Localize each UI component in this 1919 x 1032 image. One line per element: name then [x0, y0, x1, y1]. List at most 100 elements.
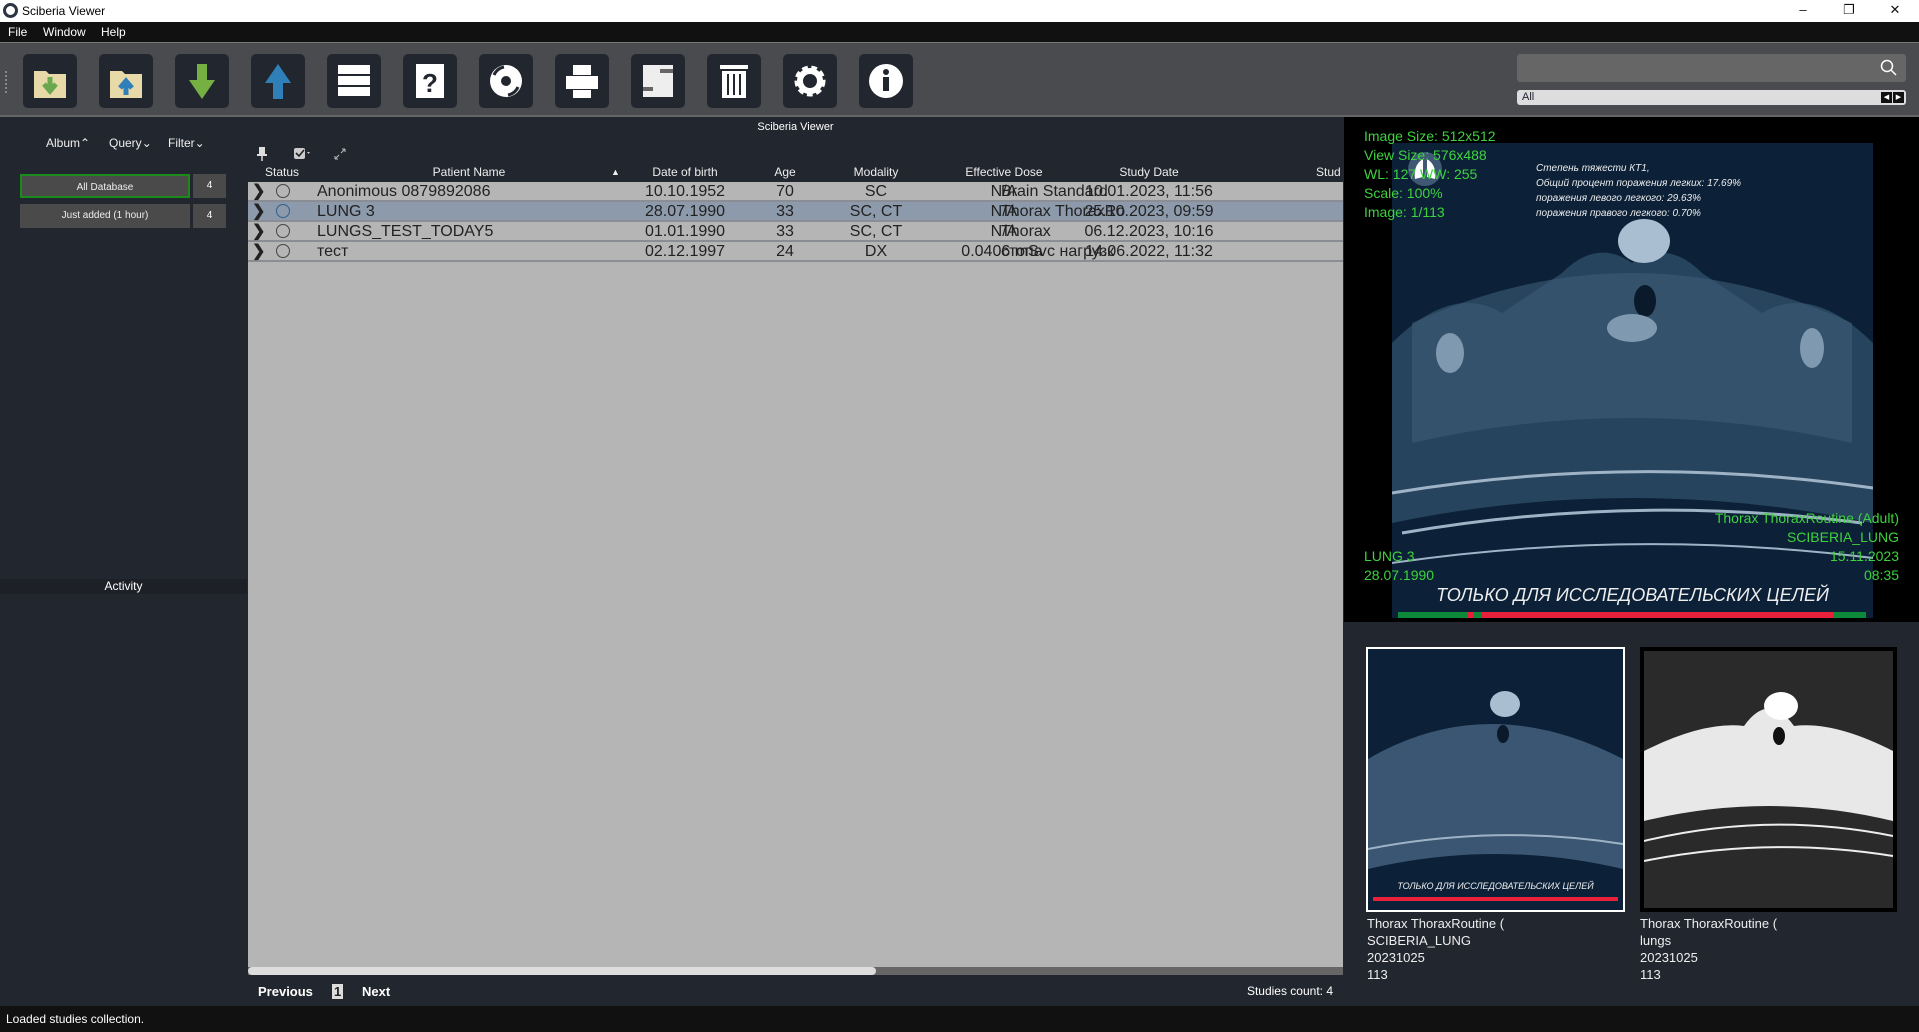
expand-icon[interactable] — [334, 148, 346, 160]
query-button[interactable]: ? — [403, 54, 457, 108]
cell-date-of-birth: 01.01.1990 — [644, 223, 726, 240]
table-row[interactable]: ❯ Anonimous 0879892086 10.10.1952 70 SC N/A 10… — [248, 182, 1343, 202]
menu-file[interactable]: File — [8, 25, 27, 39]
table-row[interactable]: ❯ LUNGS_TEST_TODAY5 01.01.1990 33 SC, CT N/A 0… — [248, 222, 1343, 242]
col-study-description[interactable]: Stud — [1316, 165, 1341, 179]
horizontal-scrollbar[interactable] — [248, 967, 1343, 975]
title-bar: Sciberia Viewer – ❐ ✕ — [0, 0, 1919, 22]
album-count: 4 — [193, 174, 226, 198]
print-icon — [566, 65, 598, 98]
restore-button[interactable]: ❐ — [1834, 2, 1864, 18]
query-menu[interactable]: Query⌄ — [109, 136, 152, 150]
scope-next-icon[interactable]: ▶ — [1893, 92, 1904, 103]
panel-title: Sciberia Viewer — [757, 121, 834, 133]
next-button[interactable]: Next — [362, 984, 390, 999]
table-row[interactable]: ❯ тест 02.12.1997 24 DX 0.0406 mSv 14.06.2022,… — [248, 242, 1343, 262]
anonymize-icon — [643, 65, 673, 97]
menu-window[interactable]: Window — [43, 25, 86, 39]
thumbnail-1-caption: Thorax ThoraxRoutine ( SCIBERIA_LUNG 202… — [1367, 915, 1504, 983]
expand-row-chevron-icon[interactable]: ❯ — [252, 222, 265, 241]
thumb-count: 113 — [1640, 967, 1661, 982]
cell-patient-name: LUNG 3 — [317, 203, 375, 220]
pin-icon[interactable] — [256, 146, 268, 162]
filter-menu[interactable]: Filter⌄ — [168, 136, 205, 150]
filter-label: Filter — [168, 136, 195, 150]
col-patient-name[interactable]: Patient Name — [433, 165, 506, 179]
thumbnail-2-caption: Thorax ThoraxRoutine ( lungs 20231025 11… — [1640, 915, 1777, 983]
overlay-time: 08:35 — [1863, 567, 1899, 583]
thumbnail-2[interactable] — [1640, 647, 1897, 912]
download-button[interactable] — [175, 54, 229, 108]
col-modality[interactable]: Modality — [854, 165, 899, 179]
page-number[interactable]: 1 — [332, 984, 344, 999]
overlay-patient: LUNG 3 — [1364, 548, 1415, 564]
thumbnail-1[interactable]: ТОЛЬКО ДЛЯ ИССЛЕДОВАТЕЛЬСКИХ ЦЕЛЕЙ — [1366, 647, 1625, 912]
upload-button[interactable] — [251, 54, 305, 108]
search-input[interactable] — [1517, 54, 1906, 82]
thumb-name: lungs — [1640, 933, 1672, 948]
status-text: Loaded studies collection. — [6, 1012, 145, 1026]
minimize-button[interactable]: – — [1788, 2, 1818, 17]
toolbar: ? All ◀ ▶ — [0, 42, 1919, 117]
cell-study-date: 06.12.2023, 10:16 — [1084, 223, 1214, 240]
cell-modality: SC, CT — [849, 223, 903, 240]
pager: Previous 1 Next Studies count: 4 — [248, 977, 1343, 1005]
settings-icon — [794, 65, 826, 97]
col-effective-dose[interactable]: Effective Dose — [965, 165, 1042, 179]
menu-help[interactable]: Help — [101, 25, 126, 39]
activity-header: Activity — [0, 579, 247, 594]
toolbar-grip[interactable] — [5, 71, 9, 93]
cell-study-description: Thorax ThoraxRo — [1001, 203, 1126, 220]
cell-date-of-birth: 10.10.1952 — [644, 183, 726, 200]
expand-row-chevron-icon[interactable]: ❯ — [252, 242, 265, 261]
download-icon — [189, 64, 215, 99]
query-label: Query — [109, 136, 142, 150]
settings-button[interactable] — [783, 54, 837, 108]
thumb-name: SCIBERIA_LUNG — [1367, 933, 1472, 948]
status-circle-icon — [276, 204, 290, 218]
scope-prev-icon[interactable]: ◀ — [1881, 92, 1892, 103]
burn-disc-button[interactable] — [479, 54, 533, 108]
pacs-servers-icon — [338, 65, 370, 96]
cell-patient-name: тест — [317, 243, 349, 260]
thumbnail-ct-image — [1368, 691, 1623, 901]
studies-count: Studies count: 4 — [1246, 984, 1333, 998]
thumbnail-watermark: ТОЛЬКО ДЛЯ ИССЛЕДОВАТЕЛЬСКИХ ЦЕЛЕЙ — [1397, 881, 1594, 891]
col-date-of-birth[interactable]: Date of birth — [652, 165, 717, 179]
expand-row-chevron-icon[interactable]: ❯ — [252, 202, 265, 221]
export-folder-button[interactable] — [99, 54, 153, 108]
delete-button[interactable] — [707, 54, 761, 108]
pacs-servers-button[interactable] — [327, 54, 381, 108]
close-button[interactable]: ✕ — [1880, 2, 1910, 18]
scope-selector[interactable]: All ◀ ▶ — [1517, 90, 1906, 105]
album-count: 4 — [193, 204, 226, 228]
thumb-series: Thorax ThoraxRoutine ( — [1640, 916, 1778, 931]
overlay-dob: 28.07.1990 — [1364, 567, 1435, 583]
select-all-icon[interactable] — [293, 147, 313, 161]
cell-date-of-birth: 28.07.1990 — [644, 203, 726, 220]
col-study-date[interactable]: Study Date — [1119, 165, 1178, 179]
info-button[interactable] — [859, 54, 913, 108]
image-viewer[interactable]: Image Size: 512x512 View Size: 576x488 W… — [1344, 117, 1919, 622]
cell-age: 33 — [776, 223, 794, 240]
thumb-date: 20231025 — [1367, 950, 1425, 965]
import-folder-button[interactable] — [23, 54, 77, 108]
upload-icon — [265, 64, 291, 99]
cell-study-description: Thorax — [1001, 223, 1051, 240]
album-just-added[interactable]: Just added (1 hour) — [20, 204, 190, 228]
scrollbar-thumb[interactable] — [248, 967, 876, 975]
cell-age: 24 — [776, 243, 794, 260]
album-all-database[interactable]: All Database — [20, 174, 190, 198]
status-bar: Loaded studies collection. — [0, 1006, 1919, 1032]
expand-row-chevron-icon[interactable]: ❯ — [252, 182, 265, 201]
report-line: поражения правого легкого: 0.70% — [1536, 208, 1701, 219]
print-button[interactable] — [555, 54, 609, 108]
series-thumbnails: ТОЛЬКО ДЛЯ ИССЛЕДОВАТЕЛЬСКИХ ЦЕЛЕЙ Thora… — [1344, 624, 1919, 1005]
search-icon[interactable] — [1880, 59, 1898, 77]
album-menu[interactable]: Album⌃ — [46, 136, 90, 150]
anonymize-button[interactable] — [631, 54, 685, 108]
col-status[interactable]: Status — [265, 165, 299, 179]
previous-button[interactable]: Previous — [258, 984, 313, 999]
col-age[interactable]: Age — [774, 165, 795, 179]
table-row[interactable]: ❯ LUNG 3 28.07.1990 33 SC, CT N/A 25.10.2023, … — [248, 202, 1343, 222]
